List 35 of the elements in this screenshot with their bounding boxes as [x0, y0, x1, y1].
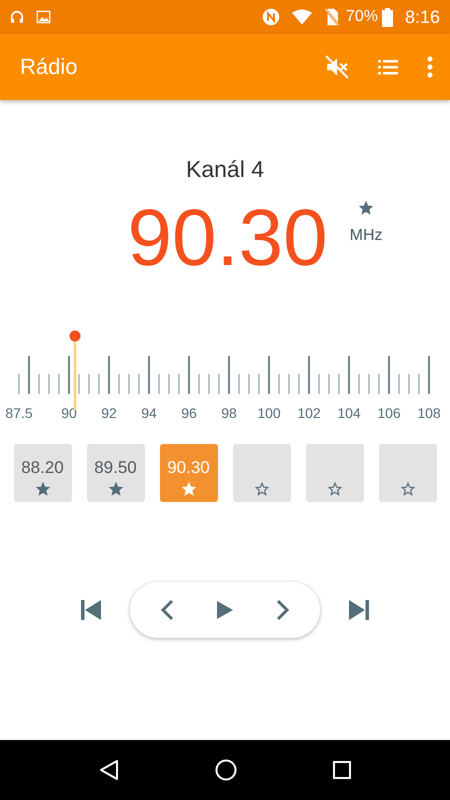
- skip-previous-icon[interactable]: [80, 599, 102, 621]
- scale-label: 108: [417, 405, 441, 420]
- frequency-display: 90.30: [127, 193, 328, 283]
- preset-button[interactable]: 89.50: [86, 444, 144, 502]
- back-icon[interactable]: [98, 759, 120, 781]
- image-icon: [36, 10, 51, 24]
- tuning-needle[interactable]: [69, 330, 82, 410]
- clock-time: 8:16: [404, 6, 440, 28]
- no-sim-icon: [324, 8, 340, 26]
- scale-label: 100: [257, 405, 281, 420]
- chevron-right-icon[interactable]: [276, 599, 290, 621]
- scale-label: 106: [377, 405, 401, 420]
- chevron-left-icon[interactable]: [160, 599, 174, 621]
- app-title: Rádio: [20, 54, 78, 80]
- battery-percent: 70%: [346, 8, 378, 26]
- scale-label: 94: [141, 405, 157, 420]
- station-name: Kanál 4: [186, 156, 264, 183]
- scale-label: 87.5: [5, 405, 33, 420]
- headphones-icon: [10, 10, 24, 24]
- skip-next-icon[interactable]: [348, 599, 370, 621]
- star-icon[interactable]: [359, 201, 374, 215]
- scale-label: 92: [101, 405, 117, 420]
- frequency-unit: MHz: [350, 227, 383, 245]
- scale-label: 102: [297, 405, 321, 420]
- preset-button[interactable]: 88.20: [14, 444, 72, 502]
- scale-label: 90: [61, 405, 77, 420]
- battery-icon: [382, 8, 393, 26]
- recents-icon[interactable]: [332, 760, 352, 780]
- wifi-icon: [292, 9, 312, 25]
- scale-label: 98: [221, 405, 237, 420]
- nfc-icon: [262, 8, 280, 26]
- scale-label: 104: [337, 405, 361, 420]
- scale-label: 96: [181, 405, 197, 420]
- home-icon[interactable]: [214, 759, 237, 781]
- play-icon[interactable]: [216, 601, 233, 619]
